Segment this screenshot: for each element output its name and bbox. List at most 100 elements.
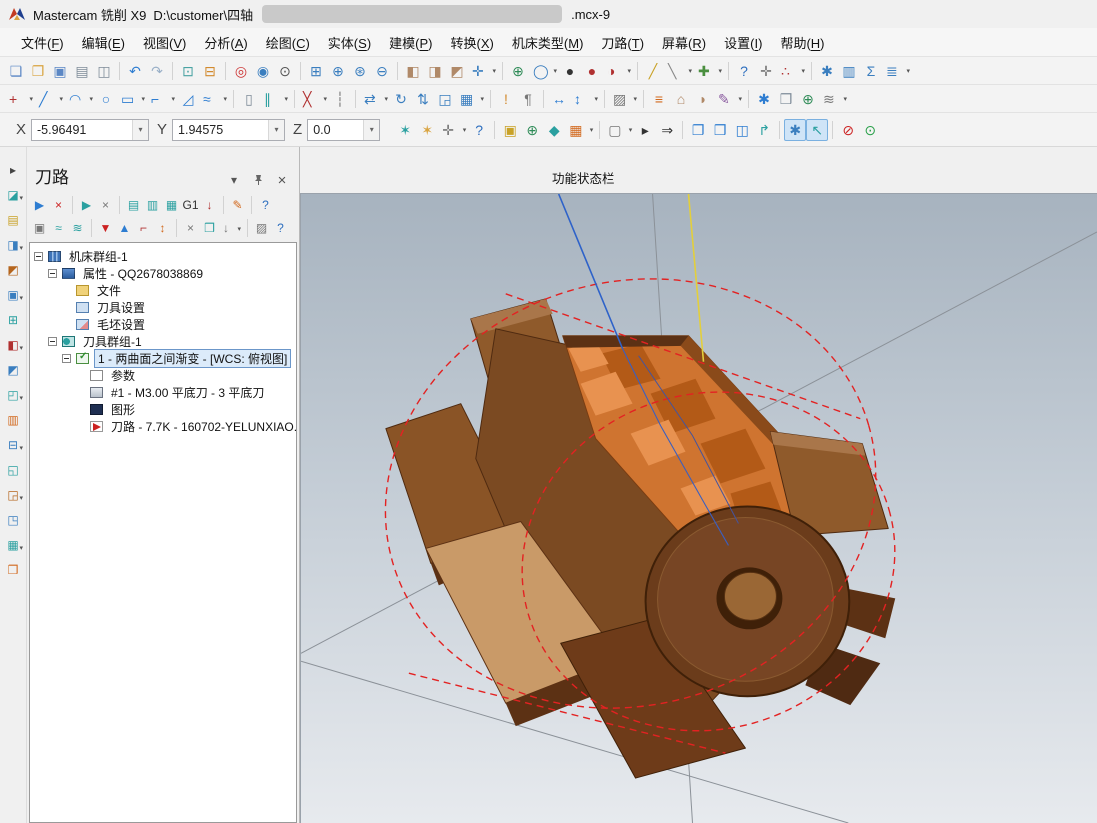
settings-flyout-icon[interactable]: ❒ xyxy=(3,561,23,578)
backplot-icon[interactable]: ▤ xyxy=(124,195,143,214)
break-entities-icon[interactable]: ┆ xyxy=(329,88,351,110)
resume-icon[interactable]: ⊙ xyxy=(859,119,881,141)
menu-screen[interactable]: 屏幕(R) xyxy=(653,29,715,56)
print-icon[interactable]: ▤ xyxy=(71,60,93,82)
tree-node[interactable]: 参数 xyxy=(30,367,296,384)
dim-horizontal-icon[interactable]: ↔ xyxy=(548,88,570,110)
fast-point-icon[interactable]: ✶ xyxy=(394,119,416,141)
menu-view[interactable]: 视图(V) xyxy=(134,29,195,56)
menu-machine-type[interactable]: 机床类型(M) xyxy=(503,29,593,56)
tree-node[interactable]: #1 - M3.00 平底刀 - 3 平底刀 xyxy=(30,384,296,401)
cursor-help-icon[interactable]: ? xyxy=(468,119,490,141)
cut-op-icon[interactable]: × xyxy=(181,218,200,237)
delete-flyout-icon[interactable]: ⊞ xyxy=(3,311,23,328)
gear-settings-icon[interactable]: ✱ xyxy=(784,119,806,141)
tree-expander-icon[interactable] xyxy=(48,269,57,278)
screen-capture-icon[interactable]: ⊟ xyxy=(199,60,221,82)
redo-icon[interactable]: ↷ xyxy=(146,60,168,82)
pen-style-icon[interactable]: ✎ xyxy=(714,88,744,110)
surface-revolve-icon[interactable]: ◗ xyxy=(692,88,714,110)
dim-vertical-icon[interactable]: ↕ xyxy=(570,88,600,110)
point-style-icon[interactable]: ✚ xyxy=(694,60,724,82)
menu-create[interactable]: 绘图(C) xyxy=(257,29,319,56)
surface-flyout-icon[interactable]: ◲ xyxy=(3,486,23,503)
zoom-out-icon[interactable]: ⊖ xyxy=(371,60,393,82)
spline-create-icon[interactable]: ≈ xyxy=(199,88,229,110)
selection-window-icon[interactable]: ▢ xyxy=(604,119,634,141)
wireframe-line-icon[interactable]: ╱ xyxy=(642,60,664,82)
wire-flyout-icon[interactable]: ◳ xyxy=(3,511,23,528)
autocursor-icon[interactable]: ✛ xyxy=(438,119,468,141)
z-coordinate-input[interactable] xyxy=(308,123,363,137)
tree-node-label[interactable]: 参数 xyxy=(108,367,138,384)
select-all-ops-icon[interactable]: ▶ xyxy=(30,195,49,214)
cplane-circle-icon[interactable]: ◯ xyxy=(529,60,559,82)
panel-close-icon[interactable]: × xyxy=(273,172,291,188)
screen-config-icon[interactable]: ▥ xyxy=(838,60,860,82)
selection-target-icon[interactable]: ◎ xyxy=(230,60,252,82)
tree-node[interactable]: 机床群组-1 xyxy=(30,248,296,265)
chamfer-create-icon[interactable]: ◿ xyxy=(177,88,199,110)
zoom-flyout-icon[interactable]: ◨ xyxy=(3,236,23,253)
tree-node[interactable]: 图形 xyxy=(30,401,296,418)
save-file-icon[interactable]: ▣ xyxy=(49,60,71,82)
clipboard-icon[interactable]: ▣ xyxy=(499,119,521,141)
sigma-icon[interactable]: Σ xyxy=(860,60,882,82)
tree-node-label[interactable]: 1 - 两曲面之间渐变 - [WCS: 俯视图] xyxy=(94,349,291,368)
xform-scale-icon[interactable]: ◲ xyxy=(434,88,456,110)
tree-node-label[interactable]: 毛坯设置 xyxy=(94,316,148,333)
x-coordinate-input[interactable] xyxy=(32,123,132,137)
grid-settings-icon[interactable]: ≣ xyxy=(882,60,912,82)
tree-node-label[interactable]: 图形 xyxy=(108,401,138,418)
tree-node-label[interactable]: 刀路 - 7.7K - 160702-YELUNXIAO.I... xyxy=(108,418,297,435)
selection-all-icon[interactable]: ◉ xyxy=(252,60,274,82)
interrupt-icon[interactable]: ⊘ xyxy=(837,119,859,141)
edit-pencil-icon[interactable]: ✎ xyxy=(228,195,247,214)
copy-op-icon[interactable]: ❒ xyxy=(200,218,219,237)
zoom-window-icon[interactable]: ⊞ xyxy=(305,60,327,82)
move-up-icon[interactable]: ▲ xyxy=(115,218,134,237)
draft-flyout-icon[interactable]: ▦ xyxy=(3,536,23,553)
x-dropdown-icon[interactable] xyxy=(132,120,148,140)
depth-z-icon[interactable]: ◆ xyxy=(543,119,565,141)
menu-file[interactable]: 文件(F) xyxy=(12,29,73,56)
machine-flyout-icon[interactable]: ◩ xyxy=(3,361,23,378)
insert-position-icon[interactable]: ⌐ xyxy=(134,218,153,237)
analyze-chain-icon[interactable]: ∴ xyxy=(777,60,807,82)
xform-flyout-icon[interactable]: ◧ xyxy=(3,336,23,353)
xform-rotate-icon[interactable]: ↻ xyxy=(390,88,412,110)
offset-contour-icon[interactable]: ∥ xyxy=(260,88,290,110)
display-options-icon[interactable]: ▨ xyxy=(252,218,271,237)
globe-wcs-icon[interactable]: ⊕ xyxy=(521,119,543,141)
paste-op-icon[interactable]: ↓ xyxy=(219,218,243,237)
shading-off-icon[interactable]: ● xyxy=(559,60,581,82)
toolpath-operations-tree[interactable]: 机床群组-1属性 - QQ2678038869文件刀具设置毛坯设置刀具群组-11… xyxy=(29,242,297,823)
fillet-create-icon[interactable]: ⌐ xyxy=(147,88,177,110)
toolpath-display-icon[interactable]: ≈ xyxy=(49,218,68,237)
tree-node-label[interactable]: 属性 - QQ2678038869 xyxy=(80,265,206,282)
help-ops-icon[interactable]: ? xyxy=(271,218,290,237)
world-view-icon[interactable]: ⊕ xyxy=(797,88,819,110)
note-create-icon[interactable]: ¶ xyxy=(517,88,539,110)
stack-icon[interactable]: ≋ xyxy=(819,88,849,110)
tree-node[interactable]: 刀路 - 7.7K - 160702-YELUNXIAO.I... xyxy=(30,418,296,435)
tree-node-label[interactable]: 刀具设置 xyxy=(94,299,148,316)
autocursor-star-icon[interactable]: ✶ xyxy=(416,119,438,141)
regen-selected-icon[interactable]: ▶ xyxy=(77,195,96,214)
tree-node-label[interactable]: 机床群组-1 xyxy=(66,248,131,265)
shading-options-icon[interactable]: ◑ xyxy=(603,60,633,82)
solids-cubes-icon[interactable]: ❒ xyxy=(775,88,797,110)
analyze-flyout-icon[interactable]: ▣ xyxy=(3,286,23,303)
print-preview-icon[interactable]: ◫ xyxy=(93,60,115,82)
view-previous-icon[interactable]: ◧ xyxy=(402,60,424,82)
tree-node-label[interactable]: 文件 xyxy=(94,282,124,299)
zoom-in-icon[interactable]: ⊛ xyxy=(349,60,371,82)
simulate-icon[interactable]: ▦ xyxy=(162,195,181,214)
view-cube-icon[interactable]: ◨ xyxy=(424,60,446,82)
point-create-icon[interactable]: + xyxy=(5,88,35,110)
menu-edit[interactable]: 编辑(E) xyxy=(73,29,134,56)
toolpath-display-all-icon[interactable]: ≋ xyxy=(68,218,87,237)
menu-toolpaths[interactable]: 刀路(T) xyxy=(592,29,653,56)
table-icon[interactable]: ≡ xyxy=(648,88,670,110)
screen-clear-icon[interactable]: ⊡ xyxy=(177,60,199,82)
